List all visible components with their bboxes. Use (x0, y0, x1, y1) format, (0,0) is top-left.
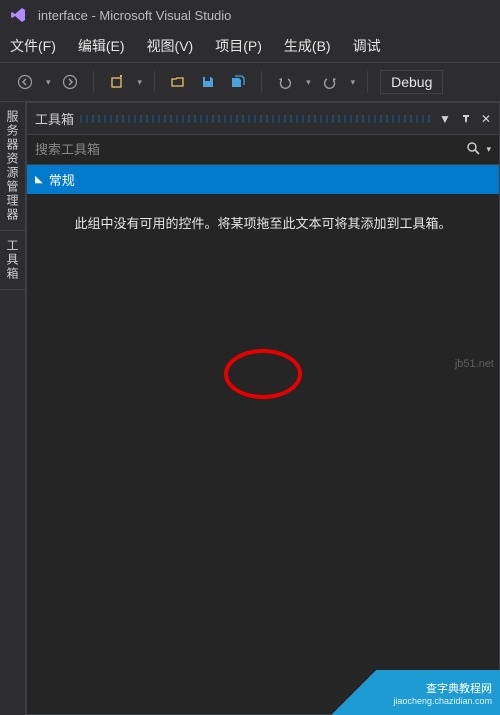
menu-build[interactable]: 生成(B) (284, 36, 331, 56)
watermark-text: jb51.net (455, 358, 494, 370)
new-item-button[interactable] (106, 71, 128, 93)
side-tab-server-explorer[interactable]: 服务器资源管理器 (0, 102, 25, 231)
save-all-button[interactable] (227, 71, 249, 93)
configuration-selector[interactable]: Debug (380, 70, 443, 94)
toolbox-section-general[interactable]: ◣ 常规 (27, 165, 499, 194)
title-bar: interface - Microsoft Visual Studio (0, 0, 500, 30)
content-area: 服务器资源管理器 工具箱 工具箱 ▼ ✕ ▾ ◣ (0, 102, 500, 715)
main-toolbar: ▾ ▾ ▾ ▾ Debug (0, 62, 500, 102)
toolbox-panel-title: 工具箱 (35, 109, 74, 128)
vs-logo-icon (8, 5, 28, 25)
undo-button[interactable] (274, 71, 296, 93)
window-title: interface - Microsoft Visual Studio (38, 8, 231, 23)
toolbox-panel-header: 工具箱 ▼ ✕ (27, 103, 499, 135)
toolbox-search-row: ▾ (27, 135, 499, 165)
menu-file[interactable]: 文件(F) (10, 36, 56, 56)
redo-dropdown[interactable]: ▾ (349, 77, 356, 88)
menu-view[interactable]: 视图(V) (147, 36, 194, 56)
menu-project[interactable]: 项目(P) (215, 36, 262, 56)
search-icon[interactable] (466, 141, 480, 158)
watermark-banner-line2: jiaocheng.chazidian.com (393, 696, 492, 706)
toolbox-search-input[interactable] (35, 142, 466, 157)
nav-back-dropdown[interactable]: ▾ (44, 77, 51, 88)
collapse-triangle-icon: ◣ (35, 174, 43, 185)
search-dropdown-icon[interactable]: ▾ (486, 144, 491, 155)
menu-bar: 文件(F) 编辑(E) 视图(V) 项目(P) 生成(B) 调试 (0, 30, 500, 62)
menu-edit[interactable]: 编辑(E) (78, 36, 125, 56)
section-label: 常规 (49, 170, 75, 189)
toolbar-separator (154, 71, 155, 93)
nav-forward-button[interactable] (59, 71, 81, 93)
panel-close-icon[interactable]: ✕ (481, 112, 491, 126)
watermark-banner: 查字典教程网 jiaocheng.chazidian.com (320, 670, 500, 715)
save-button[interactable] (197, 71, 219, 93)
undo-dropdown[interactable]: ▾ (304, 77, 311, 88)
watermark-banner-line1: 查字典教程网 (426, 680, 492, 696)
redo-button[interactable] (319, 71, 341, 93)
annotation-ellipse (224, 349, 302, 399)
side-tab-toolbox[interactable]: 工具箱 (0, 231, 25, 290)
nav-back-button[interactable] (14, 71, 36, 93)
toolbar-separator (261, 71, 262, 93)
new-item-dropdown[interactable]: ▾ (136, 77, 143, 88)
panel-dropdown-icon[interactable]: ▼ (439, 112, 451, 126)
toolbox-empty-message: 此组中没有可用的控件。将某项拖至此文本可将其添加到工具箱。 (37, 212, 489, 235)
toolbar-separator (367, 71, 368, 93)
side-tab-strip: 服务器资源管理器 工具箱 (0, 102, 26, 715)
panel-pin-icon[interactable] (461, 112, 471, 126)
menu-debug[interactable]: 调试 (353, 36, 381, 56)
open-file-button[interactable] (167, 71, 189, 93)
toolbox-panel: 工具箱 ▼ ✕ ▾ ◣ 常规 此组中没有可用的控件 (26, 102, 500, 715)
toolbar-separator (93, 71, 94, 93)
toolbox-body[interactable]: 此组中没有可用的控件。将某项拖至此文本可将其添加到工具箱。 (27, 194, 499, 714)
panel-header-decoration (80, 115, 431, 123)
